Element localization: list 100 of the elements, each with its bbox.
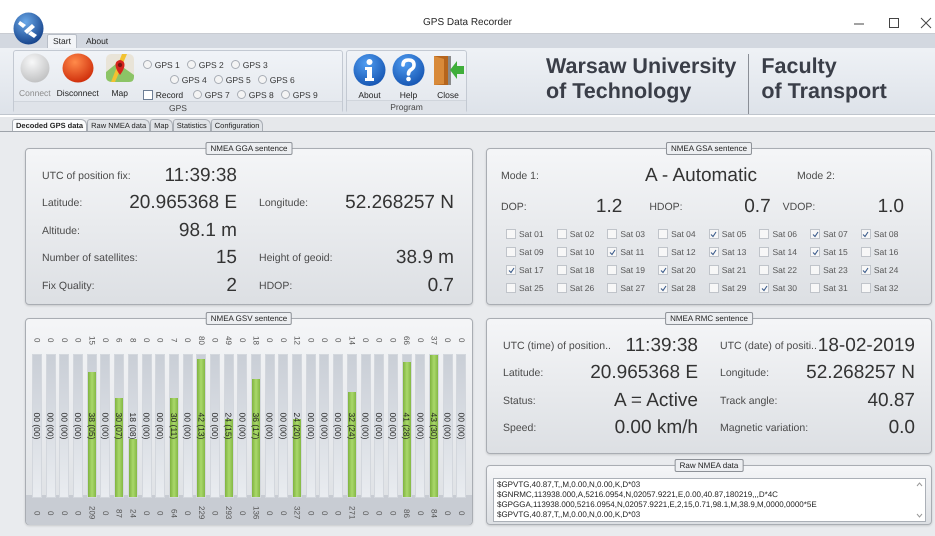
info-icon — [353, 53, 386, 87]
satellite-checkbox[interactable]: Sat 22 — [759, 261, 810, 279]
azimuth-label: 271 — [347, 505, 356, 522]
azimuth-label: 0 — [456, 510, 466, 518]
field-label: VDOP: — [782, 201, 816, 213]
azimuth-label: 64 — [169, 508, 178, 520]
elevation-label: 0 — [210, 336, 220, 344]
satellite-checkbox[interactable]: Sat 09 — [506, 243, 557, 261]
elevation-label: 0 — [32, 336, 42, 344]
satellite-checkbox[interactable]: Sat 01 — [506, 225, 557, 243]
signal-bar-label: 32 (24) — [346, 412, 357, 440]
elevation-label: 15 — [87, 334, 96, 347]
panel-title: Raw NMEA data — [674, 459, 744, 472]
satellite-checkbox[interactable]: Sat 07 — [810, 225, 861, 243]
panel-title: NMEA GSA sentence — [666, 142, 752, 155]
elevation-label: 0 — [306, 336, 316, 344]
azimuth-label: 0 — [46, 510, 56, 518]
gps-radio-button[interactable]: GPS 4 — [170, 74, 214, 84]
field-label: Magnetic variation: — [720, 422, 808, 434]
gps-radio-button[interactable]: GPS 9 — [280, 90, 318, 100]
satellite-checkbox[interactable]: Sat 18 — [556, 261, 608, 279]
gps-radio-button[interactable]: GPS 8 — [236, 90, 281, 100]
field-value: 0.7 — [428, 274, 454, 297]
scroll-up-icon[interactable] — [916, 482, 922, 487]
record-checkbox[interactable]: Record — [142, 90, 193, 100]
signal-bar-label: 30 (07) — [114, 412, 124, 440]
signal-bar-label: 43 (30) — [428, 412, 439, 440]
checkmark-icon — [660, 284, 667, 292]
satellite-checkbox[interactable]: Sat 04 — [658, 225, 709, 243]
satellite-checkbox[interactable]: Sat 03 — [607, 225, 658, 243]
field-label: Longitude: — [259, 197, 308, 210]
field-value: 18-02-2019 — [818, 334, 915, 357]
satellite-checkbox[interactable]: Sat 32 — [860, 279, 912, 297]
satellite-checkbox[interactable]: Sat 30 — [759, 279, 810, 297]
satellite-checkbox[interactable]: Sat 16 — [860, 243, 912, 261]
azimuth-label: 0 — [238, 510, 247, 518]
elevation-label: 7 — [169, 336, 178, 344]
satellite-checkbox[interactable]: Sat 29 — [708, 279, 760, 297]
gps-radio-button[interactable]: GPS 3 — [230, 60, 268, 70]
elevation-label: 8 — [128, 336, 138, 344]
scroll-down-icon[interactable] — [916, 513, 922, 518]
elevation-label: 0 — [46, 336, 56, 344]
azimuth-label: 86 — [402, 508, 412, 520]
field-label: Status: — [503, 394, 536, 407]
satellite-checkbox[interactable]: Sat 05 — [708, 225, 760, 243]
field-label: Longitude: — [720, 367, 770, 380]
disconnect-button[interactable]: Disconnect — [56, 53, 100, 98]
azimuth-label: 293 — [224, 505, 234, 522]
satellite-checkbox[interactable]: Sat 12 — [658, 243, 709, 261]
field-value: 11:39:38 — [625, 334, 698, 357]
satellite-checkbox[interactable]: Sat 23 — [810, 261, 861, 279]
satellite-checkbox[interactable]: Sat 27 — [607, 279, 658, 297]
satellite-checkbox[interactable]: Sat 21 — [708, 261, 760, 279]
satellite-checkbox[interactable]: Sat 19 — [607, 261, 658, 279]
azimuth-label: 0 — [278, 510, 288, 518]
logo-text: Faculty — [761, 54, 838, 79]
elevation-label: 0 — [142, 336, 151, 344]
gps-radio-button[interactable]: GPS 5 — [214, 74, 258, 84]
field-value: 0.0 — [888, 417, 915, 440]
field-value: 11:39:38 — [164, 164, 237, 187]
satellite-checkbox[interactable]: Sat 08 — [860, 225, 912, 243]
gps-radio-button[interactable]: GPS 2 — [186, 60, 231, 70]
field-value: 2 — [226, 274, 237, 297]
close-button[interactable]: Close — [430, 53, 466, 100]
satellite-checkbox[interactable]: Sat 06 — [759, 225, 810, 243]
about-button[interactable]: About — [352, 53, 387, 100]
gps-radio-button[interactable]: GPS 7 — [192, 90, 237, 100]
field-label: Speed: — [503, 422, 536, 434]
map-button[interactable]: Map — [104, 53, 136, 98]
field-value: 52.268257 N — [806, 362, 915, 384]
signal-bar-label: 00 (00) — [32, 412, 42, 440]
satellite-checkbox[interactable]: Sat 31 — [810, 279, 861, 297]
elevation-label: 0 — [278, 336, 288, 344]
satellite-checkbox[interactable]: Sat 11 — [607, 243, 658, 261]
satellite-checkbox[interactable]: Sat 10 — [556, 243, 608, 261]
door-exit-icon — [431, 53, 465, 87]
satellite-checkbox[interactable]: Sat 13 — [708, 243, 760, 261]
satellite-checkbox[interactable]: Sat 02 — [556, 225, 608, 243]
elevation-label: 12 — [292, 334, 302, 346]
field-label: Height of geoid: — [259, 252, 333, 264]
ribbon-tab[interactable]: Start — [47, 34, 77, 48]
close-icon[interactable] — [920, 16, 932, 28]
elevation-label: 0 — [60, 336, 69, 344]
satellite-checkbox[interactable]: Sat 25 — [506, 279, 557, 297]
satellite-checkbox[interactable]: Sat 17 — [506, 261, 557, 279]
signal-bar-label: 00 (00) — [237, 412, 248, 440]
help-button[interactable]: Help — [391, 53, 426, 100]
satellite-checkbox[interactable]: Sat 26 — [556, 279, 608, 297]
azimuth-label: 0 — [183, 510, 192, 518]
satellite-checkbox[interactable]: Sat 14 — [759, 243, 810, 261]
gps-radio-button[interactable]: GPS 1 — [142, 60, 187, 70]
field-value: 1.2 — [596, 196, 622, 218]
gps-radio-button[interactable]: GPS 6 — [258, 74, 295, 84]
logo-text: of Technology — [546, 79, 692, 104]
satellite-checkbox[interactable]: Sat 28 — [658, 279, 709, 297]
satellite-checkbox[interactable]: Sat 15 — [810, 243, 861, 261]
field-label: UTC (date) of positi.. — [720, 340, 817, 352]
ribbon-tab[interactable]: About — [80, 35, 114, 48]
satellite-checkbox[interactable]: Sat 20 — [658, 261, 709, 279]
satellite-checkbox[interactable]: Sat 24 — [860, 261, 912, 279]
